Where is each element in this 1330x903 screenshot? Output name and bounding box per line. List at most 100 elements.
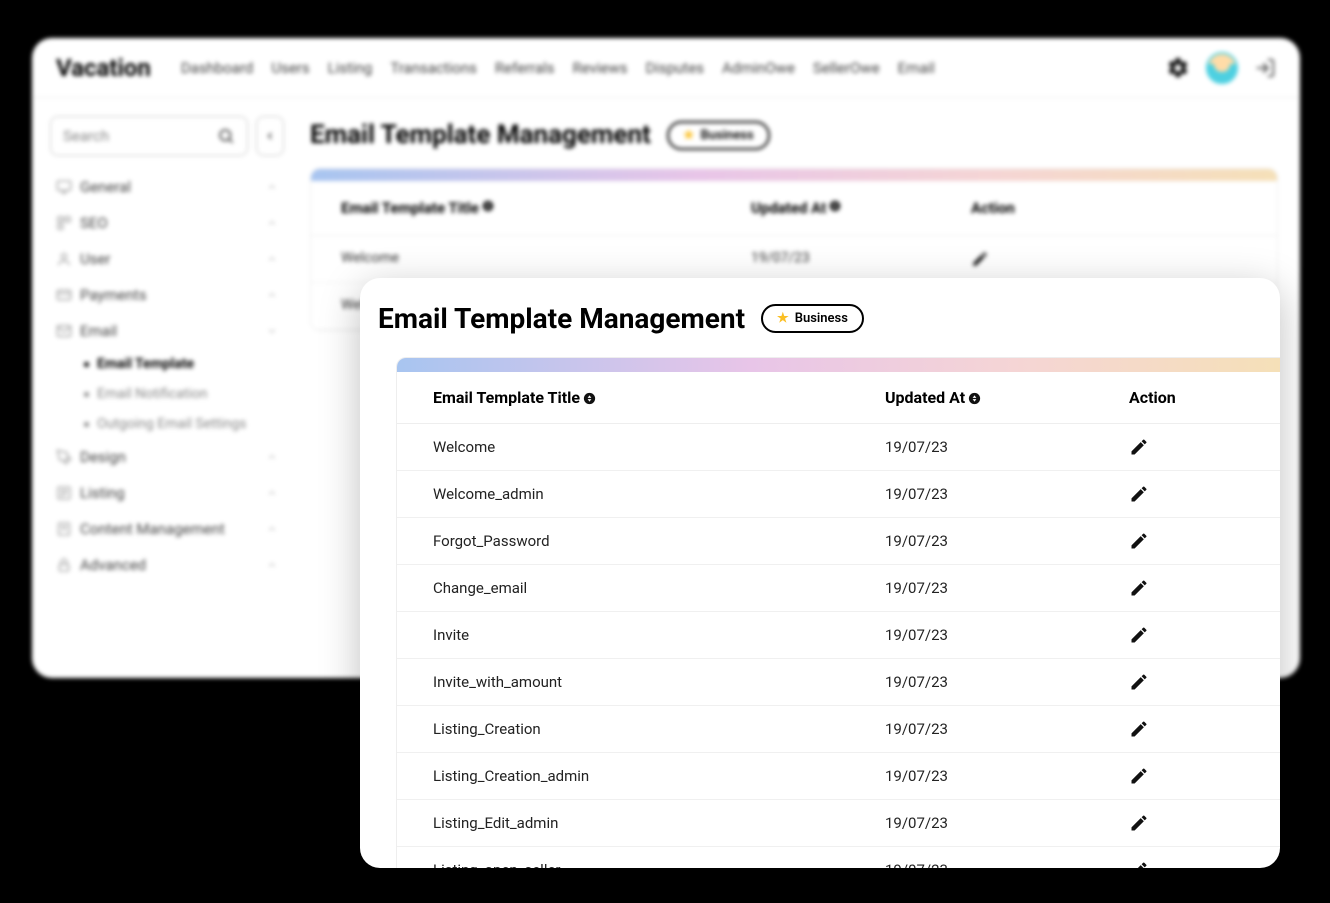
monitor-icon bbox=[56, 179, 72, 195]
edit-button[interactable] bbox=[1129, 719, 1244, 739]
search-input[interactable]: Search bbox=[50, 116, 248, 156]
table-row: Forgot_Password19/07/23 bbox=[397, 518, 1280, 565]
sidebar-collapse-button[interactable] bbox=[256, 116, 284, 156]
sidebar-label-advanced: Advanced bbox=[80, 556, 146, 574]
cell-date: 19/07/23 bbox=[885, 626, 1129, 644]
sidebar-sub-email-notification[interactable]: Email Notification bbox=[50, 380, 284, 408]
nav-transactions[interactable]: Transactions bbox=[390, 59, 477, 77]
edit-button[interactable] bbox=[1129, 766, 1244, 786]
sidebar-item-advanced[interactable]: Advanced bbox=[50, 548, 284, 582]
cell-action bbox=[971, 250, 1247, 268]
logout-icon[interactable] bbox=[1254, 57, 1276, 79]
sidebar-sub-label: Outgoing Email Settings bbox=[97, 416, 247, 432]
cell-title: Listing_Edit_admin bbox=[433, 814, 885, 832]
cell-title: Welcome bbox=[433, 438, 885, 456]
cell-date: 19/07/23 bbox=[885, 861, 1129, 868]
cell-title: Invite_with_amount bbox=[433, 673, 885, 691]
sidebar-item-user[interactable]: User bbox=[50, 242, 284, 276]
sidebar-item-listing[interactable]: Listing bbox=[50, 476, 284, 510]
edit-icon bbox=[1129, 437, 1149, 457]
sort-icon[interactable] bbox=[828, 199, 842, 213]
cell-title: Listing_Creation bbox=[433, 720, 885, 738]
page-title: Email Template Management bbox=[310, 120, 651, 150]
table-row: Listing_open_seller19/07/23 bbox=[397, 847, 1280, 868]
table-row: Change_email19/07/23 bbox=[397, 565, 1280, 612]
cell-title: Listing_Creation_admin bbox=[433, 767, 885, 785]
sort-icon[interactable] bbox=[481, 199, 495, 213]
cell-date: 19/07/23 bbox=[751, 250, 971, 268]
nav-reviews[interactable]: Reviews bbox=[573, 59, 628, 77]
sort-icon[interactable] bbox=[967, 391, 982, 406]
cell-date: 19/07/23 bbox=[885, 438, 1129, 456]
cell-date: 19/07/23 bbox=[885, 720, 1129, 738]
nav-listing[interactable]: Listing bbox=[328, 59, 373, 77]
nav-users[interactable]: Users bbox=[271, 59, 309, 77]
col-action: Action bbox=[971, 199, 1247, 217]
sidebar-sub-outgoing-settings[interactable]: Outgoing Email Settings bbox=[50, 410, 284, 438]
search-placeholder: Search bbox=[63, 127, 217, 145]
edit-icon bbox=[1129, 813, 1149, 833]
cell-title: Welcome_admin bbox=[433, 485, 885, 503]
sidebar-item-general[interactable]: General bbox=[50, 170, 284, 204]
cell-date: 19/07/23 bbox=[885, 767, 1129, 785]
cell-date: 19/07/23 bbox=[885, 532, 1129, 550]
edit-button[interactable] bbox=[1129, 437, 1244, 457]
edit-button[interactable] bbox=[1129, 625, 1244, 645]
gear-icon[interactable] bbox=[1166, 56, 1190, 80]
nav-dashboard[interactable]: Dashboard bbox=[181, 59, 254, 77]
sidebar-item-seo[interactable]: SEO bbox=[50, 206, 284, 240]
nav-referrals[interactable]: Referrals bbox=[495, 59, 555, 77]
user-icon bbox=[56, 251, 72, 267]
sidebar-label-user: User bbox=[80, 250, 111, 268]
cell-title: Change_email bbox=[433, 579, 885, 597]
cell-date: 19/07/23 bbox=[885, 814, 1129, 832]
lock-icon bbox=[56, 557, 72, 573]
cell-title: Forgot_Password bbox=[433, 532, 885, 550]
edit-button[interactable] bbox=[1129, 484, 1244, 504]
avatar[interactable] bbox=[1206, 52, 1238, 84]
sidebar-sub-email-template[interactable]: Email Template bbox=[50, 350, 284, 378]
chevron-up-icon bbox=[266, 253, 278, 265]
cell-title: Invite bbox=[433, 626, 885, 644]
bullet-icon bbox=[84, 392, 89, 397]
sidebar-label-design: Design bbox=[80, 448, 126, 466]
edit-icon[interactable] bbox=[971, 250, 989, 268]
business-badge: ★ Business bbox=[667, 121, 770, 150]
sort-icon[interactable] bbox=[582, 391, 597, 406]
chevron-up-icon bbox=[266, 487, 278, 499]
sidebar-item-payments[interactable]: Payments bbox=[50, 278, 284, 312]
edit-button[interactable] bbox=[1129, 860, 1244, 868]
col-updated[interactable]: Updated At bbox=[885, 388, 965, 407]
chevron-up-icon bbox=[266, 181, 278, 193]
cell-date: 19/07/23 bbox=[885, 485, 1129, 503]
star-icon: ★ bbox=[683, 128, 695, 143]
col-title[interactable]: Email Template Title bbox=[433, 388, 580, 407]
chevron-up-icon bbox=[266, 217, 278, 229]
nav-adminowe[interactable]: AdminOwe bbox=[722, 59, 795, 77]
edit-icon bbox=[1129, 578, 1149, 598]
col-updated[interactable]: Updated At bbox=[751, 199, 826, 217]
search-icon bbox=[217, 127, 235, 145]
sidebar-item-content-management[interactable]: Content Management bbox=[50, 512, 284, 546]
sidebar-item-design[interactable]: Design bbox=[50, 440, 284, 474]
gradient-bar bbox=[311, 169, 1277, 181]
seo-icon bbox=[56, 215, 72, 231]
cell-date: 19/07/23 bbox=[885, 673, 1129, 691]
edit-icon bbox=[1129, 531, 1149, 551]
edit-button[interactable] bbox=[1129, 813, 1244, 833]
edit-button[interactable] bbox=[1129, 531, 1244, 551]
edit-button[interactable] bbox=[1129, 672, 1244, 692]
col-title[interactable]: Email Template Title bbox=[341, 199, 479, 217]
edit-button[interactable] bbox=[1129, 578, 1244, 598]
cell-date: 19/07/23 bbox=[885, 579, 1129, 597]
nav-email[interactable]: Email bbox=[898, 59, 935, 77]
foreground-panel: Email Template Management ★ Business Ema… bbox=[360, 278, 1280, 868]
nav-sellerowe[interactable]: SellerOwe bbox=[813, 59, 880, 77]
sidebar-label-content: Content Management bbox=[80, 520, 225, 538]
edit-icon bbox=[1129, 860, 1149, 868]
nav-disputes[interactable]: Disputes bbox=[645, 59, 704, 77]
badge-label: Business bbox=[700, 128, 753, 143]
sidebar-item-email[interactable]: Email bbox=[50, 314, 284, 348]
sidebar-label-email: Email bbox=[80, 322, 117, 340]
edit-icon bbox=[1129, 719, 1149, 739]
